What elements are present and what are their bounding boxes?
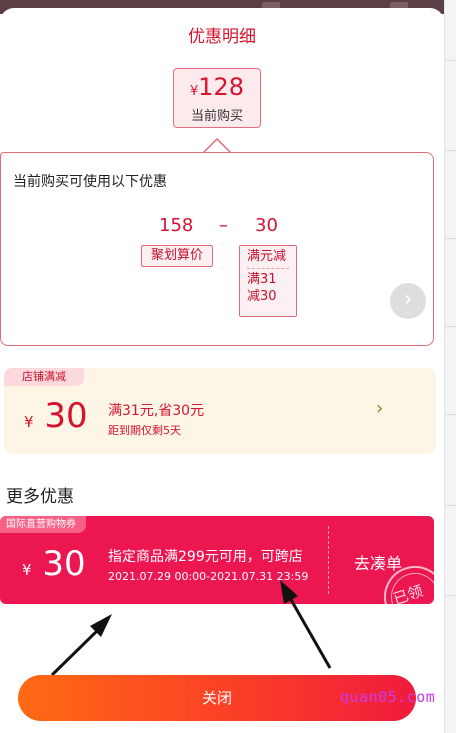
current-price-label: 当前购买 [190,109,243,124]
current-price-tag: ¥128 当前购买 [173,68,261,128]
store-discount-tag: 店铺满减 [4,368,84,386]
site-watermark: quan05.com [340,688,436,706]
coupon-condition: 指定商品满299元可用，可跨店 [108,549,303,565]
currency-symbol: ¥ [24,413,34,431]
gutter-tick [445,505,456,506]
current-price-value: 128 [198,73,245,101]
chevron-right-icon[interactable]: › [376,398,383,419]
minus-sign: – [219,215,228,236]
base-price-label: 聚划算价 [141,245,213,267]
discount-amount: 30 [255,215,278,236]
coupon-divider [328,526,329,594]
store-discount-expiry: 距到期仅剩5天 [108,424,181,437]
panel-heading: 当前购买可使用以下优惠 [13,174,167,190]
discount-rule-amount: 减30 [247,289,277,304]
more-offers-title: 更多优惠 [6,487,74,507]
chevron-right-icon: › [403,287,413,312]
gutter-tick [445,414,456,415]
label-divider [247,268,289,269]
gutter-tick [445,238,456,239]
discount-rule-threshold: 满31 [247,272,277,287]
currency-symbol: ¥ [22,561,32,579]
next-button[interactable]: › [390,283,426,319]
base-amount: 158 [159,215,194,236]
discount-rule-label: 满元减 满31 减30 [239,245,297,317]
store-discount-card[interactable]: 店铺满减 ¥ 30 满31元,省30元 距到期仅剩5天 › [4,368,436,454]
discount-calculation-panel: 当前购买可使用以下优惠 158 – 30 聚划算价 满元减 满31 减30 › [0,152,434,346]
coupon-card[interactable]: 国际直营购物券 ¥ 30 指定商品满299元可用，可跨店 2021.07.29 … [0,516,434,604]
coupon-validity: 2021.07.29 00:00-2021.07.31 23:59 [108,570,309,583]
add-items-button[interactable]: 去凑单 [354,550,402,574]
coupon-type-tag: 国际直营购物券 [0,516,86,533]
gutter-tick [445,326,456,327]
store-discount-value: 30 [44,396,88,436]
gutter-tick [445,595,456,596]
coupon-amount: ¥ 30 [22,546,86,588]
currency-symbol: ¥ [189,84,199,99]
current-price-amount: ¥128 [174,73,260,101]
gutter-tick [445,60,456,61]
coupon-value: 30 [42,544,86,584]
store-discount-condition: 满31元,省30元 [108,403,205,419]
store-discount-amount: ¥ 30 [24,398,88,440]
sheet-title: 优惠明细 [188,27,256,47]
right-scroll-gutter [444,0,456,733]
discount-type: 满元减 [247,249,287,264]
gutter-tick [445,150,456,151]
